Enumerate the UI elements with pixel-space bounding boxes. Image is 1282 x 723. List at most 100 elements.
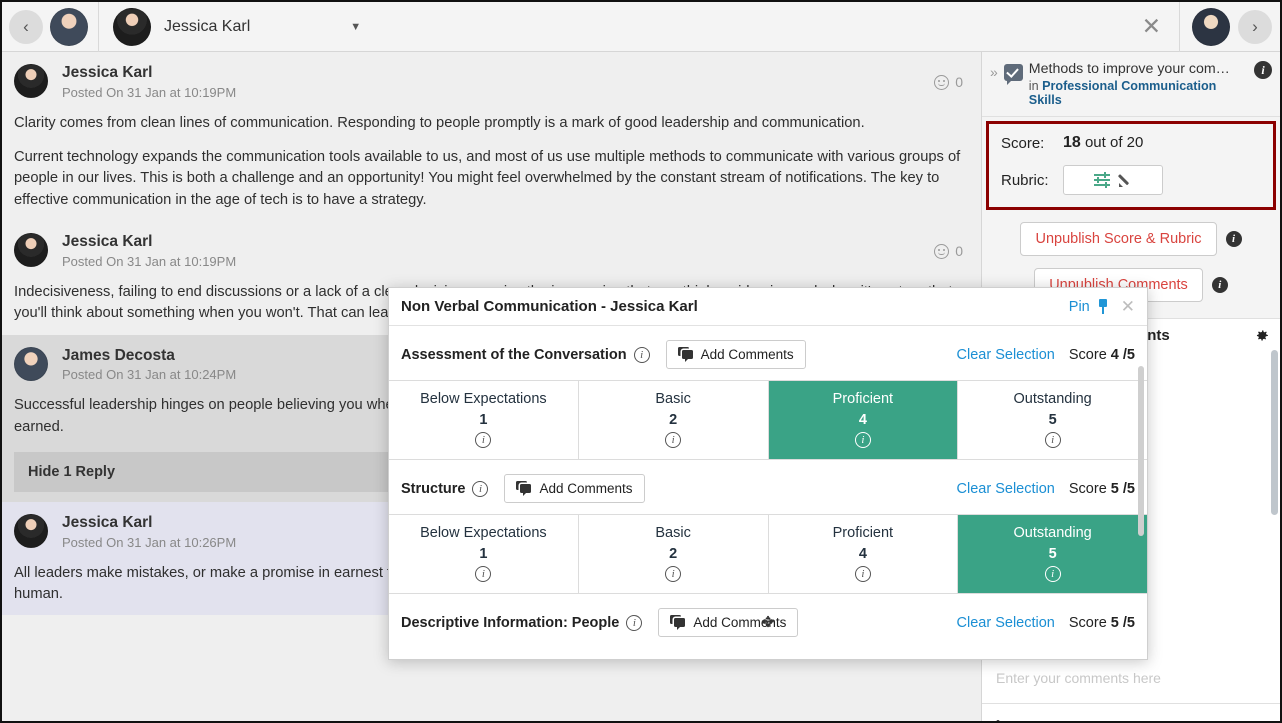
rubric-label: Rubric: [1001,171,1049,189]
close-icon[interactable]: ✕ [1121,298,1135,315]
sliders-icon [1093,172,1110,188]
app-root: ‹ Jessica Karl ▼ ✕ › Jessica Karl Posted… [0,0,1282,723]
score-max: /5 [1122,480,1135,497]
pin-icon[interactable] [1097,299,1109,314]
info-icon[interactable]: i [1225,231,1242,247]
score-value: 4 [1110,346,1119,363]
rubric-level[interactable]: Outstanding 5 i [958,381,1147,459]
current-student-name: Jessica Karl [164,17,251,35]
level-info-row: i [962,566,1143,582]
rubric-criterion: Assessment of the Conversation i Add Com… [389,326,1147,460]
level-name: Outstanding [1013,391,1092,407]
unpublish-score-row: Unpublish Score & Rubric i [982,222,1280,256]
info-icon[interactable]: i [475,432,492,448]
gear-icon[interactable] [1253,327,1270,344]
comment-composer[interactable] [982,704,1280,721]
post-timestamp: Posted On 31 Jan at 10:24PM [62,367,237,383]
rubric-level[interactable]: Basic 2 i [578,515,769,593]
clear-selection-button[interactable]: Clear Selection [957,347,1055,363]
panel-scrollbar[interactable] [1271,350,1278,515]
info-icon[interactable]: i [1211,277,1228,293]
previous-student-avatar[interactable] [50,7,88,46]
info-icon[interactable]: i [1254,61,1272,79]
info-icon[interactable]: i [665,432,682,448]
avatar [14,233,48,268]
score-value-wrap: 18 out of 20 [1063,134,1143,152]
assignment-info: Methods to improve your com… in Professi… [1029,61,1248,107]
post-header: Jessica Karl Posted On 31 Jan at 10:19PM [14,233,965,269]
score-max: /5 [1122,346,1135,363]
course-name: Professional Communication Skills [1028,79,1217,107]
info-icon[interactable]: i [854,432,871,448]
level-info-row: i [773,432,954,448]
score-prefix: Score [1068,346,1107,363]
top-navigation-bar: ‹ Jessica Karl ▼ ✕ › [2,2,1280,52]
info-icon[interactable]: i [626,614,643,631]
rubric-criteria-list[interactable]: Assessment of the Conversation i Add Com… [389,326,1147,659]
rubric-level[interactable]: Below Expectations 1 i [389,515,579,593]
level-name: Proficient [832,525,894,541]
reaction-control[interactable]: 0 [934,74,963,90]
modal-header: Non Verbal Communication - Jessica Karl … [389,288,1147,326]
reaction-control[interactable]: 0 [934,243,963,259]
level-info-row: i [583,566,764,582]
post-author: Jessica Karl [62,513,153,531]
comment-icon [516,481,532,496]
next-student-button[interactable]: › [1238,9,1272,44]
pencil-icon [1118,173,1133,187]
open-rubric-button[interactable] [1063,165,1163,195]
level-points: 2 [669,412,678,428]
rubric-criterion: Structure i Add Comments Clear Selection… [389,460,1147,594]
add-comments-button[interactable]: Add Comments [665,340,806,369]
microphone-icon[interactable] [991,715,1005,721]
rubric-level-selected[interactable]: Proficient 4 i [768,381,959,459]
add-comments-button[interactable]: Add Comments [658,608,799,637]
criterion-name: Structure [401,480,466,497]
clear-selection-button[interactable]: Clear Selection [957,615,1055,631]
score-out-of: out of 20 [1080,134,1144,151]
previous-student-button[interactable]: ‹ [9,9,43,44]
level-name: Basic [655,525,691,541]
score-prefix: Score [1068,480,1107,497]
level-points: 4 [858,412,867,428]
next-student-avatar[interactable] [1192,7,1230,46]
info-icon[interactable]: i [854,566,871,582]
info-icon[interactable]: i [472,480,489,497]
clear-selection-button[interactable]: Clear Selection [957,481,1055,497]
info-icon[interactable]: i [1044,432,1061,448]
divider [1179,2,1180,52]
post-timestamp: Posted On 31 Jan at 10:19PM [62,253,237,269]
criterion-levels: Below Expectations 1 i Basic 2 i Profici… [389,514,1147,594]
post-meta: Jessica Karl Posted On 31 Jan at 10:19PM [62,233,236,269]
reaction-count: 0 [955,74,963,90]
criterion-score: Score 5 /5 [1069,481,1135,497]
score-rubric-box: Score: 18 out of 20 Rubric: [986,121,1276,210]
rubric-level[interactable]: Basic 2 i [578,381,769,459]
info-icon[interactable]: i [475,566,492,582]
rubric-modal: Non Verbal Communication - Jessica Karl … [388,287,1148,660]
modal-scrollbar[interactable] [1138,366,1144,536]
graded-check-icon [1003,64,1023,85]
rubric-row: Rubric: [1001,165,1261,195]
avatar [14,64,48,98]
unpublish-score-rubric-button[interactable]: Unpublish Score & Rubric [1020,222,1217,256]
rubric-level[interactable]: Below Expectations 1 i [389,381,579,459]
rubric-level-selected[interactable]: Outstanding 5 i [958,515,1147,593]
post-header: Jessica Karl Posted On 31 Jan at 10:19PM [14,64,965,100]
info-icon[interactable]: i [1044,566,1061,582]
info-icon[interactable]: i [633,346,650,363]
info-icon[interactable]: i [665,566,682,582]
level-name: Proficient [832,391,894,407]
chevrons-right-icon[interactable]: » [990,61,998,80]
pin-label[interactable]: Pin [1069,299,1090,315]
score-value: 5 [1110,614,1119,631]
add-comments-label: Add Comments [700,347,794,362]
rubric-level[interactable]: Proficient 4 i [768,515,959,593]
divider [98,2,99,52]
chevron-down-icon[interactable]: ▼ [350,21,361,33]
add-comments-button[interactable]: Add Comments [504,474,645,503]
level-points: 5 [1048,412,1057,428]
post-meta: James Decosta Posted On 31 Jan at 10:24P… [62,347,236,383]
current-student-avatar [113,7,151,46]
close-icon[interactable]: ✕ [1124,15,1179,38]
